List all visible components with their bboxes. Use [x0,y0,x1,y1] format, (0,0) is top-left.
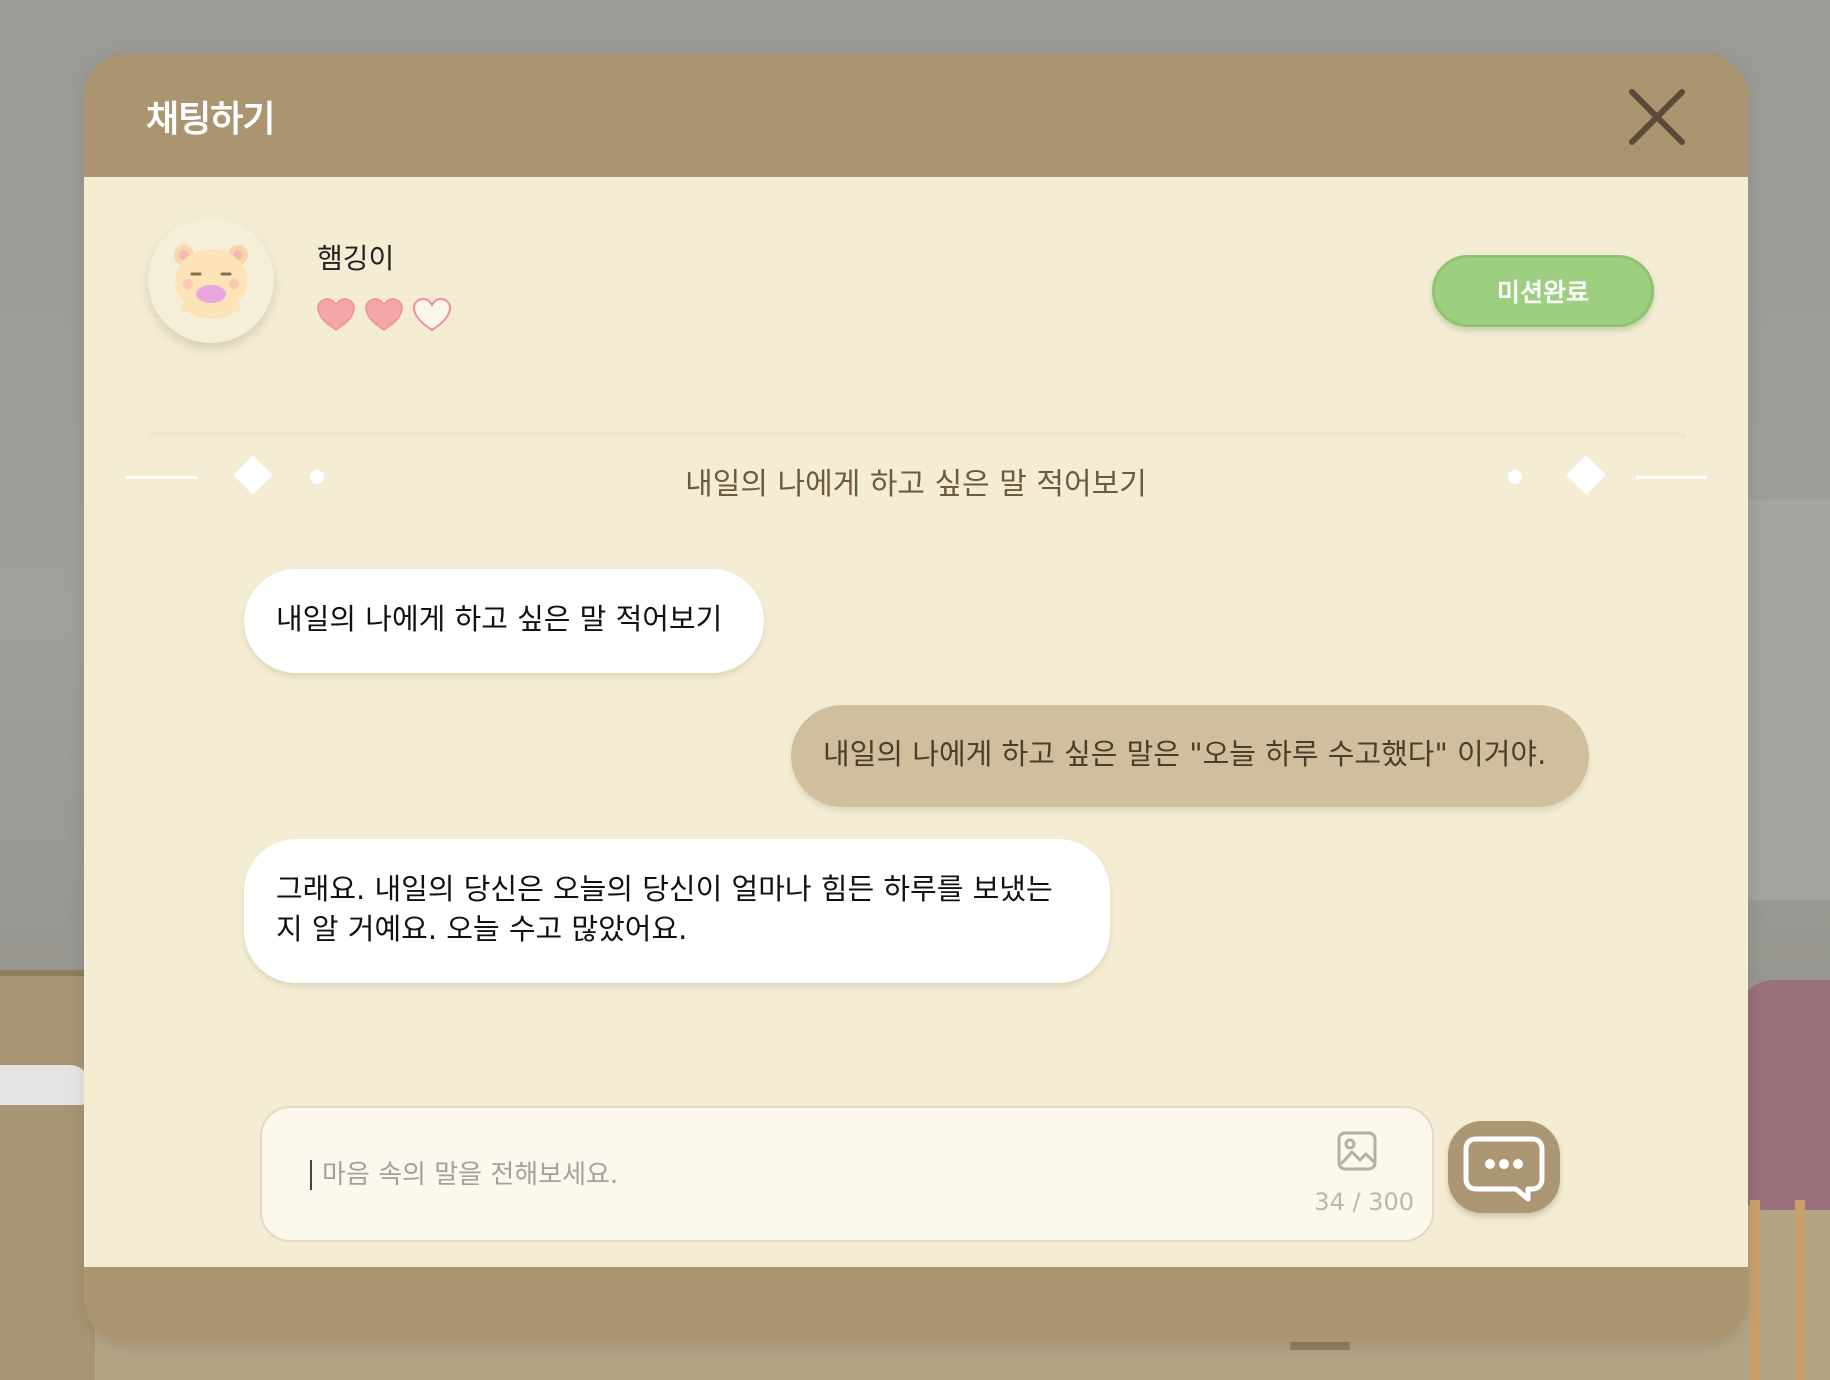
divider [148,432,1686,439]
decoration-dot [1508,470,1522,484]
close-icon [1629,89,1685,145]
hamster-icon [174,245,248,319]
message-composer: 34 / 300 [260,1106,1434,1242]
attach-image-button[interactable] [1336,1130,1378,1172]
background-chair-leg [1795,1200,1805,1380]
character-name: 햄깅이 [317,242,395,275]
chat-modal: 채팅하기 햄깅이 미션완료 내일의 나에게 하고 싶은 말 적어보기 내일의 나… [84,54,1748,1342]
topic-banner: 내일의 나에게 하고 싶은 말 적어보기 [84,439,1748,517]
bot-message: 그래요. 내일의 당신은 오늘의 당신이 얼마나 힘든 하루를 보냈는지 알 거… [244,839,1110,983]
character-counter: 34 / 300 [1314,1188,1414,1216]
heart-filled-icon [317,298,355,331]
heart-filled-icon [365,298,403,331]
background-chair [1735,980,1830,1210]
modal-title: 채팅하기 [146,99,275,140]
decoration-line [1636,476,1706,479]
background-bed-sheet [0,1065,90,1105]
avatar [148,217,274,343]
modal-body: 햄깅이 미션완료 내일의 나에게 하고 싶은 말 적어보기 내일의 나에게 하고… [84,177,1748,1267]
message-input[interactable] [320,1152,1224,1198]
mission-complete-button[interactable]: 미션완료 [1432,255,1654,327]
send-button[interactable] [1448,1121,1560,1213]
background-bed [0,970,95,1380]
chat-bubble-icon [1463,1136,1545,1202]
modal-footer [84,1267,1748,1342]
background-chair-leg [1750,1200,1760,1380]
heart-outline-icon [412,297,452,332]
topic-title: 내일의 나에게 하고 싶은 말 적어보기 [685,467,1147,502]
bot-message: 내일의 나에게 하고 싶은 말 적어보기 [244,569,764,673]
affection-hearts [316,297,452,333]
modal-header: 채팅하기 [84,54,1748,177]
close-button[interactable] [1624,84,1690,150]
image-icon [1337,1131,1377,1171]
user-message: 내일의 나에게 하고 싶은 말은 "오늘 하루 수고했다" 이거야. [791,705,1589,807]
text-caret [310,1160,312,1190]
background-window [1745,500,1830,900]
